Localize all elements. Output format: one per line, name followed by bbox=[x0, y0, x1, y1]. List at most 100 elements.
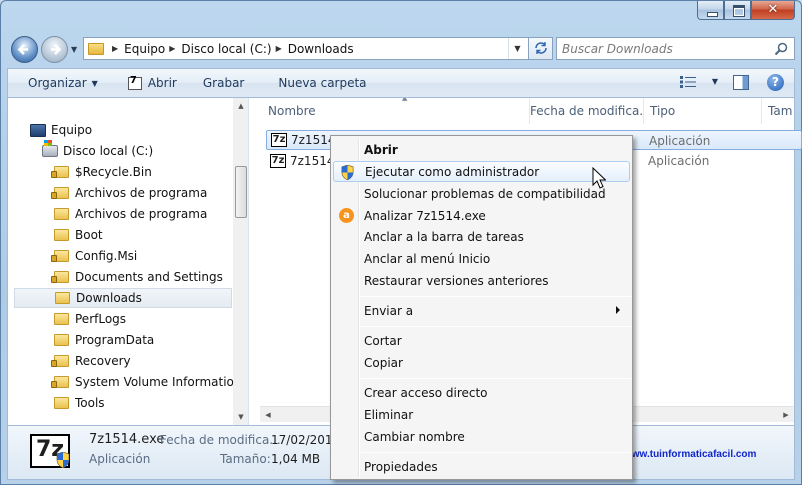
menu-item-properties[interactable]: Propiedades bbox=[333, 456, 630, 477]
menu-label: Solucionar problemas de compatibilidad bbox=[364, 186, 606, 201]
avast-icon: a bbox=[339, 208, 354, 223]
menu-item-send-to[interactable]: Enviar a bbox=[333, 300, 630, 321]
tree-item-folder[interactable]: PerfLogs bbox=[54, 309, 126, 329]
drive-icon bbox=[42, 140, 58, 157]
new-folder-button[interactable]: Nueva carpeta bbox=[254, 70, 376, 96]
menu-label: Anclar al menú Inicio bbox=[364, 251, 491, 266]
tree-item-folder[interactable]: Tools bbox=[54, 393, 105, 413]
details-size-label: Tamaño: bbox=[220, 452, 271, 466]
menu-item-delete[interactable]: Eliminar bbox=[333, 404, 630, 425]
tree-item-folder[interactable]: Documents and Settings bbox=[51, 267, 223, 287]
tree-item-folder[interactable]: ProgramData bbox=[54, 330, 154, 350]
tree-item-folder[interactable]: Boot bbox=[54, 225, 103, 245]
tree-item-folder[interactable]: Recovery bbox=[51, 351, 131, 371]
forward-button[interactable] bbox=[41, 36, 68, 63]
column-size[interactable]: Tam bbox=[762, 98, 802, 124]
recent-pages-dropdown[interactable]: ▼ bbox=[71, 45, 77, 54]
menu-item-run-as-admin[interactable]: Ejecutar como administrador bbox=[333, 161, 630, 182]
address-bar[interactable]: ▶ Equipo ▶ Disco local (C:) ▶ Downloads … bbox=[83, 37, 553, 60]
file-type: Aplicación bbox=[649, 134, 711, 148]
menu-label: Abrir bbox=[364, 142, 398, 157]
menu-item-rename[interactable]: Cambiar nombre bbox=[333, 426, 630, 447]
computer-icon bbox=[30, 123, 46, 137]
refresh-button[interactable] bbox=[528, 38, 552, 59]
tree-item-folder[interactable]: Config.Msi bbox=[51, 246, 137, 266]
breadcrumb-computer[interactable]: Equipo bbox=[124, 42, 165, 56]
menu-label: Enviar a bbox=[364, 303, 414, 318]
refresh-icon bbox=[534, 42, 547, 54]
navigation-bar: ▼ ▶ Equipo ▶ Disco local (C:) ▶ Download… bbox=[11, 33, 795, 65]
tree-scrollbar[interactable]: ▲ ▼ bbox=[233, 98, 248, 425]
scroll-left-icon[interactable]: ◀ bbox=[260, 407, 276, 423]
caption-buttons: ✕ bbox=[697, 1, 795, 20]
tree-item-computer[interactable]: Equipo bbox=[30, 120, 92, 140]
menu-item-troubleshoot-compat[interactable]: Solucionar problemas de compatibilidad bbox=[333, 183, 630, 204]
breadcrumb-drive[interactable]: Disco local (C:) bbox=[181, 42, 271, 56]
menu-item-pin-start[interactable]: Anclar al menú Inicio bbox=[333, 248, 630, 269]
view-options-icon[interactable] bbox=[680, 76, 696, 88]
lock-icon bbox=[51, 276, 57, 283]
context-menu: Abrir Ejecutar como administrador Soluci… bbox=[330, 135, 633, 480]
tree-label: Disco local (C:) bbox=[63, 144, 154, 158]
menu-item-copy[interactable]: Copiar bbox=[333, 352, 630, 373]
lock-icon bbox=[51, 255, 57, 262]
column-name[interactable]: ▲ Nombre bbox=[262, 98, 530, 124]
tree-item-folder[interactable]: Archivos de programa bbox=[54, 204, 207, 224]
tree-item-folder[interactable]: Archivos de programa bbox=[51, 183, 207, 203]
chevron-right-icon[interactable]: ▶ bbox=[169, 44, 175, 53]
tree-label: Archivos de programa bbox=[75, 207, 208, 221]
breadcrumb-downloads[interactable]: Downloads bbox=[288, 42, 354, 56]
organize-button[interactable]: Organizar ▼ bbox=[8, 70, 108, 96]
scroll-up-icon[interactable]: ▲ bbox=[233, 98, 248, 114]
minimize-button[interactable] bbox=[697, 1, 724, 20]
tree-label: $Recycle.Bin bbox=[75, 165, 152, 179]
app-7zip-icon: 7z bbox=[270, 154, 286, 168]
chevron-right-icon[interactable]: ▶ bbox=[276, 44, 282, 53]
forward-arrow-icon bbox=[51, 44, 62, 55]
folder-icon bbox=[51, 166, 69, 178]
menu-item-open[interactable]: Abrir bbox=[333, 139, 630, 160]
burn-button[interactable]: Grabar bbox=[187, 70, 255, 96]
search-box[interactable]: Buscar Downloads bbox=[556, 37, 795, 60]
tree-item-downloads[interactable]: Downloads bbox=[14, 288, 232, 308]
maximize-button[interactable] bbox=[724, 1, 751, 20]
watermark: www.tuinformaticafacil.com bbox=[624, 449, 757, 460]
tree-label: Tools bbox=[75, 396, 105, 410]
scroll-down-icon[interactable]: ▼ bbox=[233, 409, 248, 425]
close-button[interactable]: ✕ bbox=[751, 1, 795, 20]
tree-item-folder[interactable]: $Recycle.Bin bbox=[51, 162, 152, 182]
tree-item-folder[interactable]: System Volume Information bbox=[51, 372, 241, 392]
burn-label: Grabar bbox=[202, 76, 245, 90]
menu-label: Propiedades bbox=[364, 459, 438, 474]
column-label: Tipo bbox=[650, 104, 676, 118]
menu-item-scan[interactable]: a Analizar 7z1514.exe bbox=[333, 205, 630, 226]
details-file-name: 7z1514.exe bbox=[89, 432, 165, 447]
folder-icon bbox=[51, 187, 69, 199]
column-date[interactable]: Fecha de modifica... bbox=[524, 98, 644, 124]
open-button[interactable]: Abrir bbox=[108, 70, 187, 96]
scroll-right-icon[interactable]: ▶ bbox=[778, 407, 794, 423]
tree-item-drive[interactable]: Disco local (C:) bbox=[42, 140, 154, 161]
lock-icon bbox=[51, 360, 57, 367]
folder-icon bbox=[51, 355, 69, 367]
tree-label: Equipo bbox=[51, 123, 93, 137]
column-type[interactable]: Tipo bbox=[644, 98, 762, 124]
column-label: Nombre bbox=[268, 104, 316, 118]
preview-pane-icon[interactable] bbox=[733, 75, 749, 90]
uac-shield-icon bbox=[56, 452, 70, 468]
help-icon[interactable]: ? bbox=[767, 74, 784, 91]
organize-label: Organizar bbox=[28, 76, 87, 90]
menu-item-restore-versions[interactable]: Restaurar versiones anteriores bbox=[333, 270, 630, 291]
menu-item-cut[interactable]: Cortar bbox=[333, 330, 630, 351]
chevron-right-icon[interactable]: ▶ bbox=[112, 44, 118, 53]
details-size-value: 1,04 MB bbox=[271, 452, 321, 466]
tree-label: ProgramData bbox=[75, 333, 155, 347]
menu-item-pin-taskbar[interactable]: Anclar a la barra de tareas bbox=[333, 226, 630, 247]
search-icon[interactable] bbox=[774, 42, 788, 56]
view-dropdown[interactable]: ▼ bbox=[712, 77, 718, 86]
back-button[interactable] bbox=[11, 36, 38, 63]
address-dropdown[interactable]: ▼ bbox=[508, 38, 526, 59]
menu-label: Anclar a la barra de tareas bbox=[364, 229, 524, 244]
scroll-thumb[interactable] bbox=[235, 166, 247, 218]
menu-item-create-shortcut[interactable]: Crear acceso directo bbox=[333, 382, 630, 403]
